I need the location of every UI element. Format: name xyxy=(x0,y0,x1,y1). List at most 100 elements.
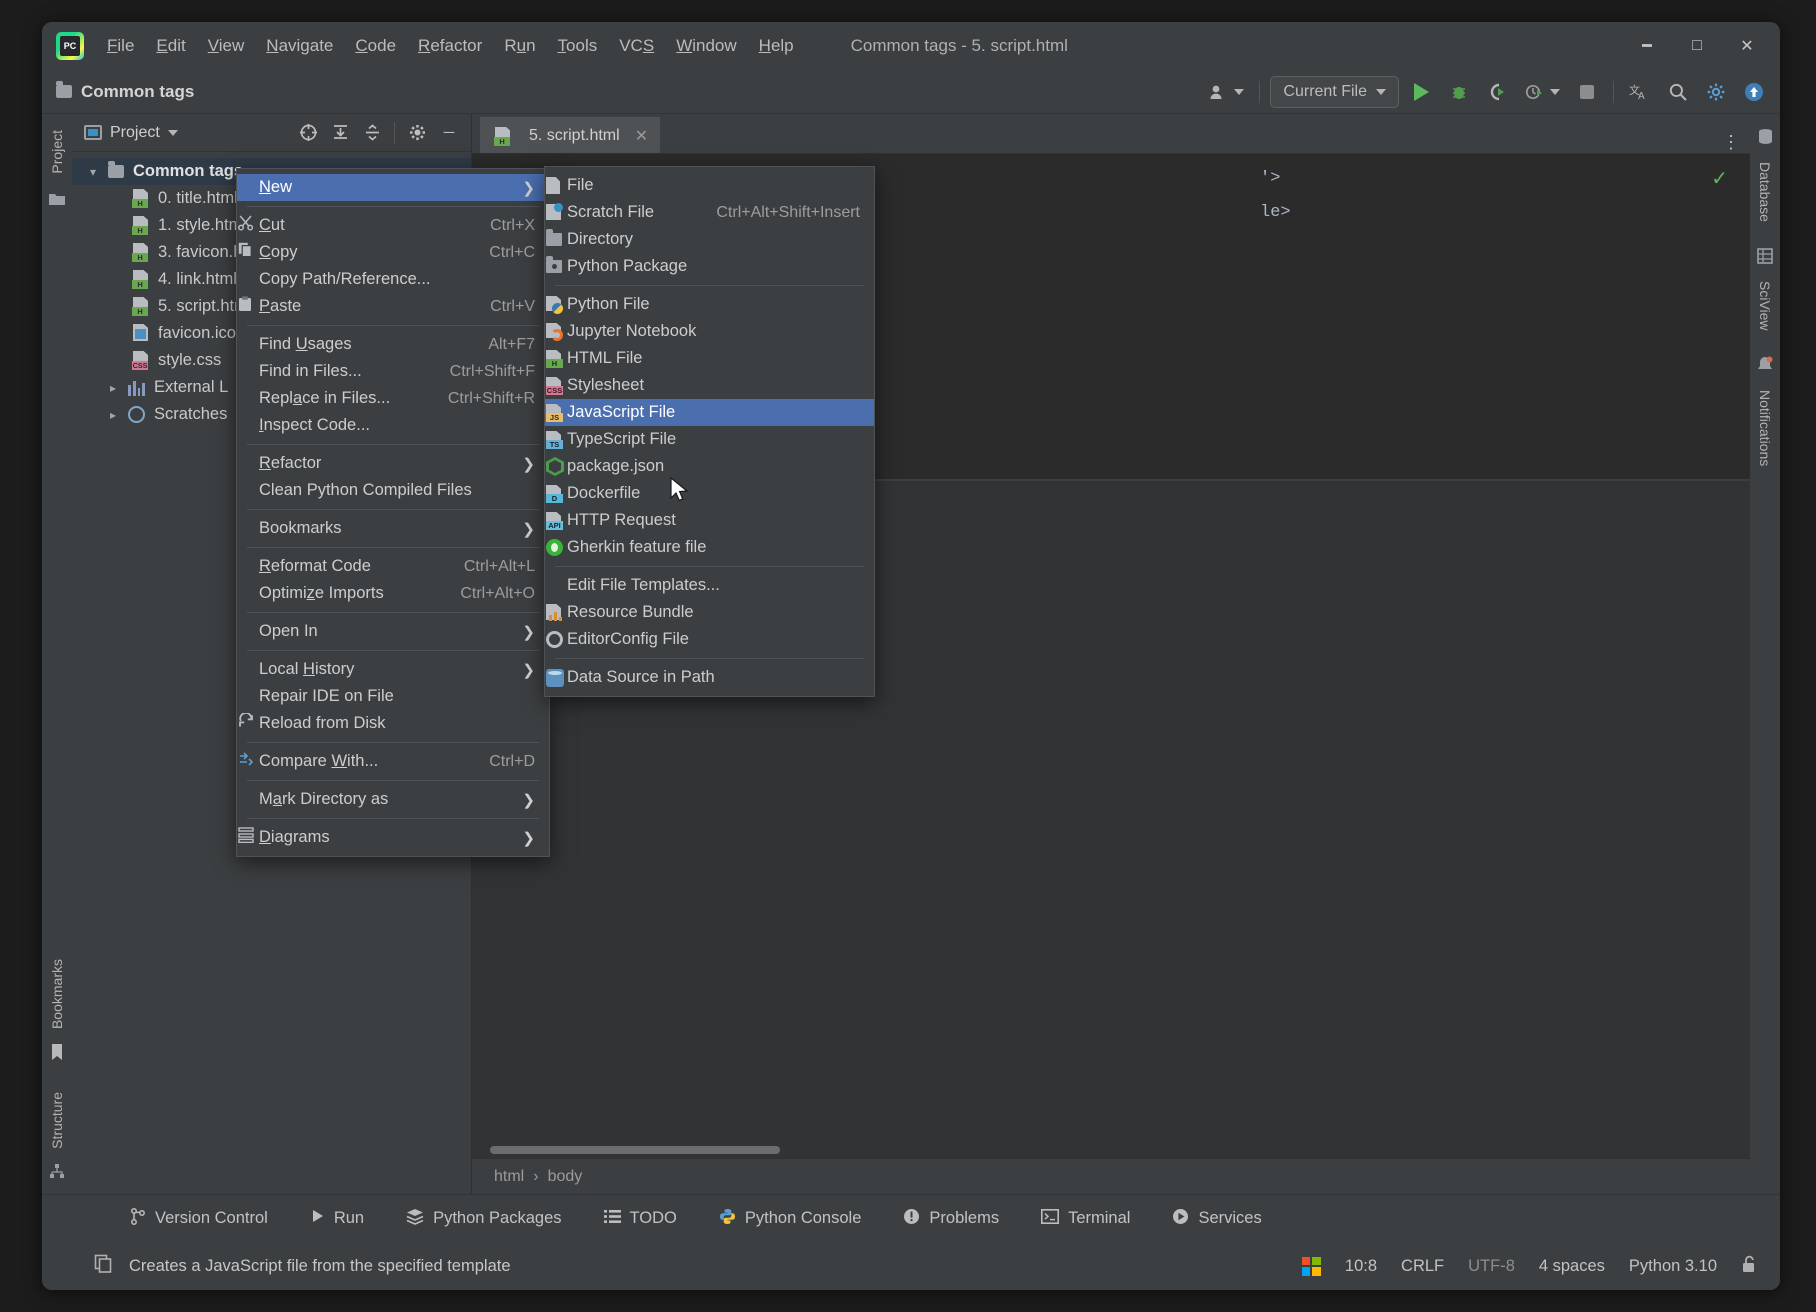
unlocked-icon[interactable] xyxy=(1741,1255,1758,1278)
menu-view[interactable]: View xyxy=(197,30,256,62)
user-account-button[interactable] xyxy=(1204,76,1249,108)
context-menu-item-new[interactable]: New ❯ xyxy=(237,174,549,201)
rail-item-structure[interactable]: Structure xyxy=(47,1084,67,1157)
minimize-button[interactable]: ━ xyxy=(1622,26,1672,66)
new-submenu-item-http-request[interactable]: API HTTP Request xyxy=(545,507,874,534)
translate-button[interactable]: 文A xyxy=(1624,76,1656,108)
chevron-right-icon[interactable]: ▸ xyxy=(110,381,128,395)
new-submenu-item-python-package[interactable]: Python Package xyxy=(545,253,874,280)
new-submenu-item-python-file[interactable]: Python File xyxy=(545,291,874,318)
menu-file[interactable]: File xyxy=(96,30,145,62)
run-button[interactable] xyxy=(1405,76,1437,108)
tool-window-todo[interactable]: TODO xyxy=(598,1204,683,1234)
new-submenu-item-javascript-file[interactable]: JS JavaScript File xyxy=(545,399,874,426)
new-submenu-item-html-file[interactable]: H HTML File xyxy=(545,345,874,372)
new-submenu-item-gherkin-feature-file[interactable]: Gherkin feature file xyxy=(545,534,874,561)
commit-icon[interactable] xyxy=(48,192,66,213)
context-menu-item-refactor[interactable]: Refactor ❯ xyxy=(237,450,549,477)
breadcrumb-item-body[interactable]: body xyxy=(548,1168,583,1186)
context-menu-item-find-usages[interactable]: Find Usages Alt+F7 xyxy=(237,331,549,358)
tool-window-problems[interactable]: Problems xyxy=(897,1203,1005,1235)
context-menu[interactable]: New ❯ Cut Ctrl+X Copy Ctrl+C Copy Path/Referen… xyxy=(236,168,550,857)
context-menu-item-find-in-files[interactable]: Find in Files... Ctrl+Shift+F xyxy=(237,358,549,385)
close-icon[interactable]: ✕ xyxy=(635,126,648,146)
select-opened-file-icon[interactable] xyxy=(294,120,322,146)
chevron-down-icon[interactable] xyxy=(167,129,178,136)
tool-window-terminal[interactable]: Terminal xyxy=(1035,1204,1136,1234)
chevron-down-icon[interactable]: ▾ xyxy=(90,165,108,179)
context-menu-item-reload-from-disk[interactable]: Reload from Disk xyxy=(237,710,549,737)
new-submenu-item-scratch-file[interactable]: Scratch File Ctrl+Alt+Shift+Insert xyxy=(545,199,874,226)
file-encoding[interactable]: UTF-8 xyxy=(1468,1257,1515,1276)
new-submenu[interactable]: File Scratch File Ctrl+Alt+Shift+Insert Dir… xyxy=(544,166,875,697)
menu-code[interactable]: Code xyxy=(344,30,407,62)
debug-button[interactable] xyxy=(1443,76,1475,108)
run-with-coverage-button[interactable] xyxy=(1481,76,1513,108)
settings-button[interactable] xyxy=(1700,76,1732,108)
rail-item-project[interactable]: Project xyxy=(47,122,67,182)
search-everywhere-button[interactable] xyxy=(1662,76,1694,108)
context-menu-item-cut[interactable]: Cut Ctrl+X xyxy=(237,212,549,239)
new-submenu-item-editorconfig-file[interactable]: EditorConfig File xyxy=(545,626,874,653)
maximize-button[interactable]: □ xyxy=(1672,26,1722,66)
new-submenu-item-edit-file-templates[interactable]: Edit File Templates... xyxy=(545,572,874,599)
horizontal-scrollbar[interactable] xyxy=(490,1146,780,1154)
context-menu-item-optimize-imports[interactable]: Optimize Imports Ctrl+Alt+O xyxy=(237,580,549,607)
new-submenu-item-jupyter-notebook[interactable]: Jupyter Notebook xyxy=(545,318,874,345)
context-menu-item-open-in[interactable]: Open In ❯ xyxy=(237,618,549,645)
profiler-button[interactable] xyxy=(1519,76,1565,108)
context-menu-item-diagrams[interactable]: Diagrams ❯ xyxy=(237,824,549,851)
new-submenu-item-resource-bundle[interactable]: Resource Bundle xyxy=(545,599,874,626)
collapse-all-icon[interactable] xyxy=(358,120,386,146)
updates-button[interactable] xyxy=(1738,76,1770,108)
context-menu-item-paste[interactable]: Paste Ctrl+V xyxy=(237,293,549,320)
tool-window-version-control[interactable]: Version Control xyxy=(124,1203,274,1235)
gear-icon[interactable] xyxy=(403,120,431,146)
tool-window-python-console[interactable]: Python Console xyxy=(713,1203,868,1235)
editor-tab-script-html[interactable]: H 5. script.html ✕ xyxy=(480,117,661,153)
context-menu-item-bookmarks[interactable]: Bookmarks ❯ xyxy=(237,515,549,542)
line-separator[interactable]: CRLF xyxy=(1401,1257,1444,1276)
context-menu-item-local-history[interactable]: Local History ❯ xyxy=(237,656,549,683)
menu-window[interactable]: Window xyxy=(665,30,747,62)
menu-tools[interactable]: Tools xyxy=(547,30,609,62)
context-menu-item-mark-directory-as[interactable]: Mark Directory as ❯ xyxy=(237,786,549,813)
indent-setting[interactable]: 4 spaces xyxy=(1539,1257,1605,1276)
new-submenu-item-data-source-in-path[interactable]: Data Source in Path xyxy=(545,664,874,691)
context-menu-item-copy[interactable]: Copy Ctrl+C xyxy=(237,239,549,266)
menu-refactor[interactable]: Refactor xyxy=(407,30,493,62)
run-configuration-selector[interactable]: Current File xyxy=(1270,76,1399,108)
menu-run[interactable]: Run xyxy=(493,30,546,62)
caret-position[interactable]: 10:8 xyxy=(1345,1257,1377,1276)
new-submenu-item-package-json[interactable]: package.json xyxy=(545,453,874,480)
new-submenu-item-stylesheet[interactable]: CSS Stylesheet xyxy=(545,372,874,399)
rail-item-database[interactable]: Database xyxy=(1755,154,1775,230)
breadcrumb-item-html[interactable]: html xyxy=(494,1168,524,1186)
menu-vcs[interactable]: VCS xyxy=(608,30,665,62)
context-menu-item-copy-path-reference[interactable]: Copy Path/Reference... xyxy=(237,266,549,293)
python-interpreter[interactable]: Python 3.10 xyxy=(1629,1257,1717,1276)
rail-item-sciview[interactable]: SciView xyxy=(1755,273,1775,339)
new-submenu-item-file[interactable]: File xyxy=(545,172,874,199)
tool-window-services[interactable]: Services xyxy=(1166,1203,1267,1235)
stop-button[interactable] xyxy=(1571,76,1603,108)
rail-item-bookmarks[interactable]: Bookmarks xyxy=(47,951,67,1037)
new-submenu-item-directory[interactable]: Directory xyxy=(545,226,874,253)
menu-edit[interactable]: Edit xyxy=(145,30,196,62)
tool-window-python-packages[interactable]: Python Packages xyxy=(400,1203,567,1235)
new-submenu-item-dockerfile[interactable]: D Dockerfile xyxy=(545,480,874,507)
inspection-status-icon[interactable]: ✓ xyxy=(1711,166,1728,191)
context-menu-item-replace-in-files[interactable]: Replace in Files... Ctrl+Shift+R xyxy=(237,385,549,412)
context-menu-item-compare-with[interactable]: Compare With... Ctrl+D xyxy=(237,748,549,775)
context-menu-item-repair-ide-on-file[interactable]: Repair IDE on File xyxy=(237,683,549,710)
context-menu-item-clean-python-compiled-files[interactable]: Clean Python Compiled Files xyxy=(237,477,549,504)
context-menu-item-inspect-code[interactable]: Inspect Code... xyxy=(237,412,549,439)
rail-item-notifications[interactable]: Notifications xyxy=(1755,382,1775,474)
tool-window-run[interactable]: Run xyxy=(304,1203,370,1234)
new-submenu-item-typescript-file[interactable]: TS TypeScript File xyxy=(545,426,874,453)
menu-help[interactable]: Help xyxy=(748,30,805,62)
context-menu-item-reformat-code[interactable]: Reformat Code Ctrl+Alt+L xyxy=(237,553,549,580)
expand-all-icon[interactable] xyxy=(326,120,354,146)
hide-tool-window-icon[interactable]: ─ xyxy=(435,120,463,146)
menu-navigate[interactable]: Navigate xyxy=(255,30,344,62)
